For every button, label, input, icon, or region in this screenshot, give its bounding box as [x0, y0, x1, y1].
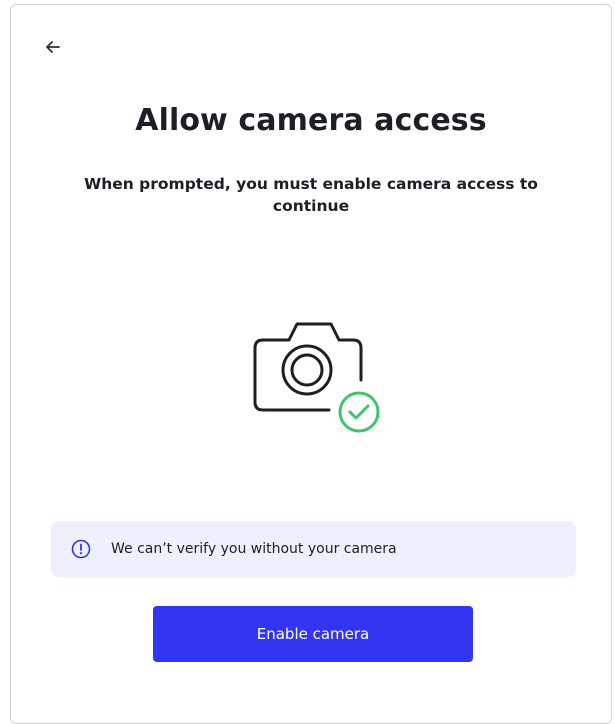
page-subtitle: When prompted, you must enable camera ac… — [84, 175, 538, 215]
page-title: Allow camera access — [135, 103, 487, 138]
notice-text: We can’t verify you without your camera — [111, 541, 397, 557]
camera-illustration — [249, 310, 389, 440]
camera-access-card: Allow camera access When prompted, you m… — [10, 4, 612, 724]
enable-camera-button[interactable]: Enable camera — [153, 606, 473, 662]
camera-warning-notice: We can’t verify you without your camera — [51, 521, 576, 577]
back-button[interactable] — [41, 35, 65, 59]
arrow-left-icon — [46, 41, 60, 53]
check-circle-icon — [338, 391, 380, 433]
info-circle-icon — [71, 539, 91, 559]
